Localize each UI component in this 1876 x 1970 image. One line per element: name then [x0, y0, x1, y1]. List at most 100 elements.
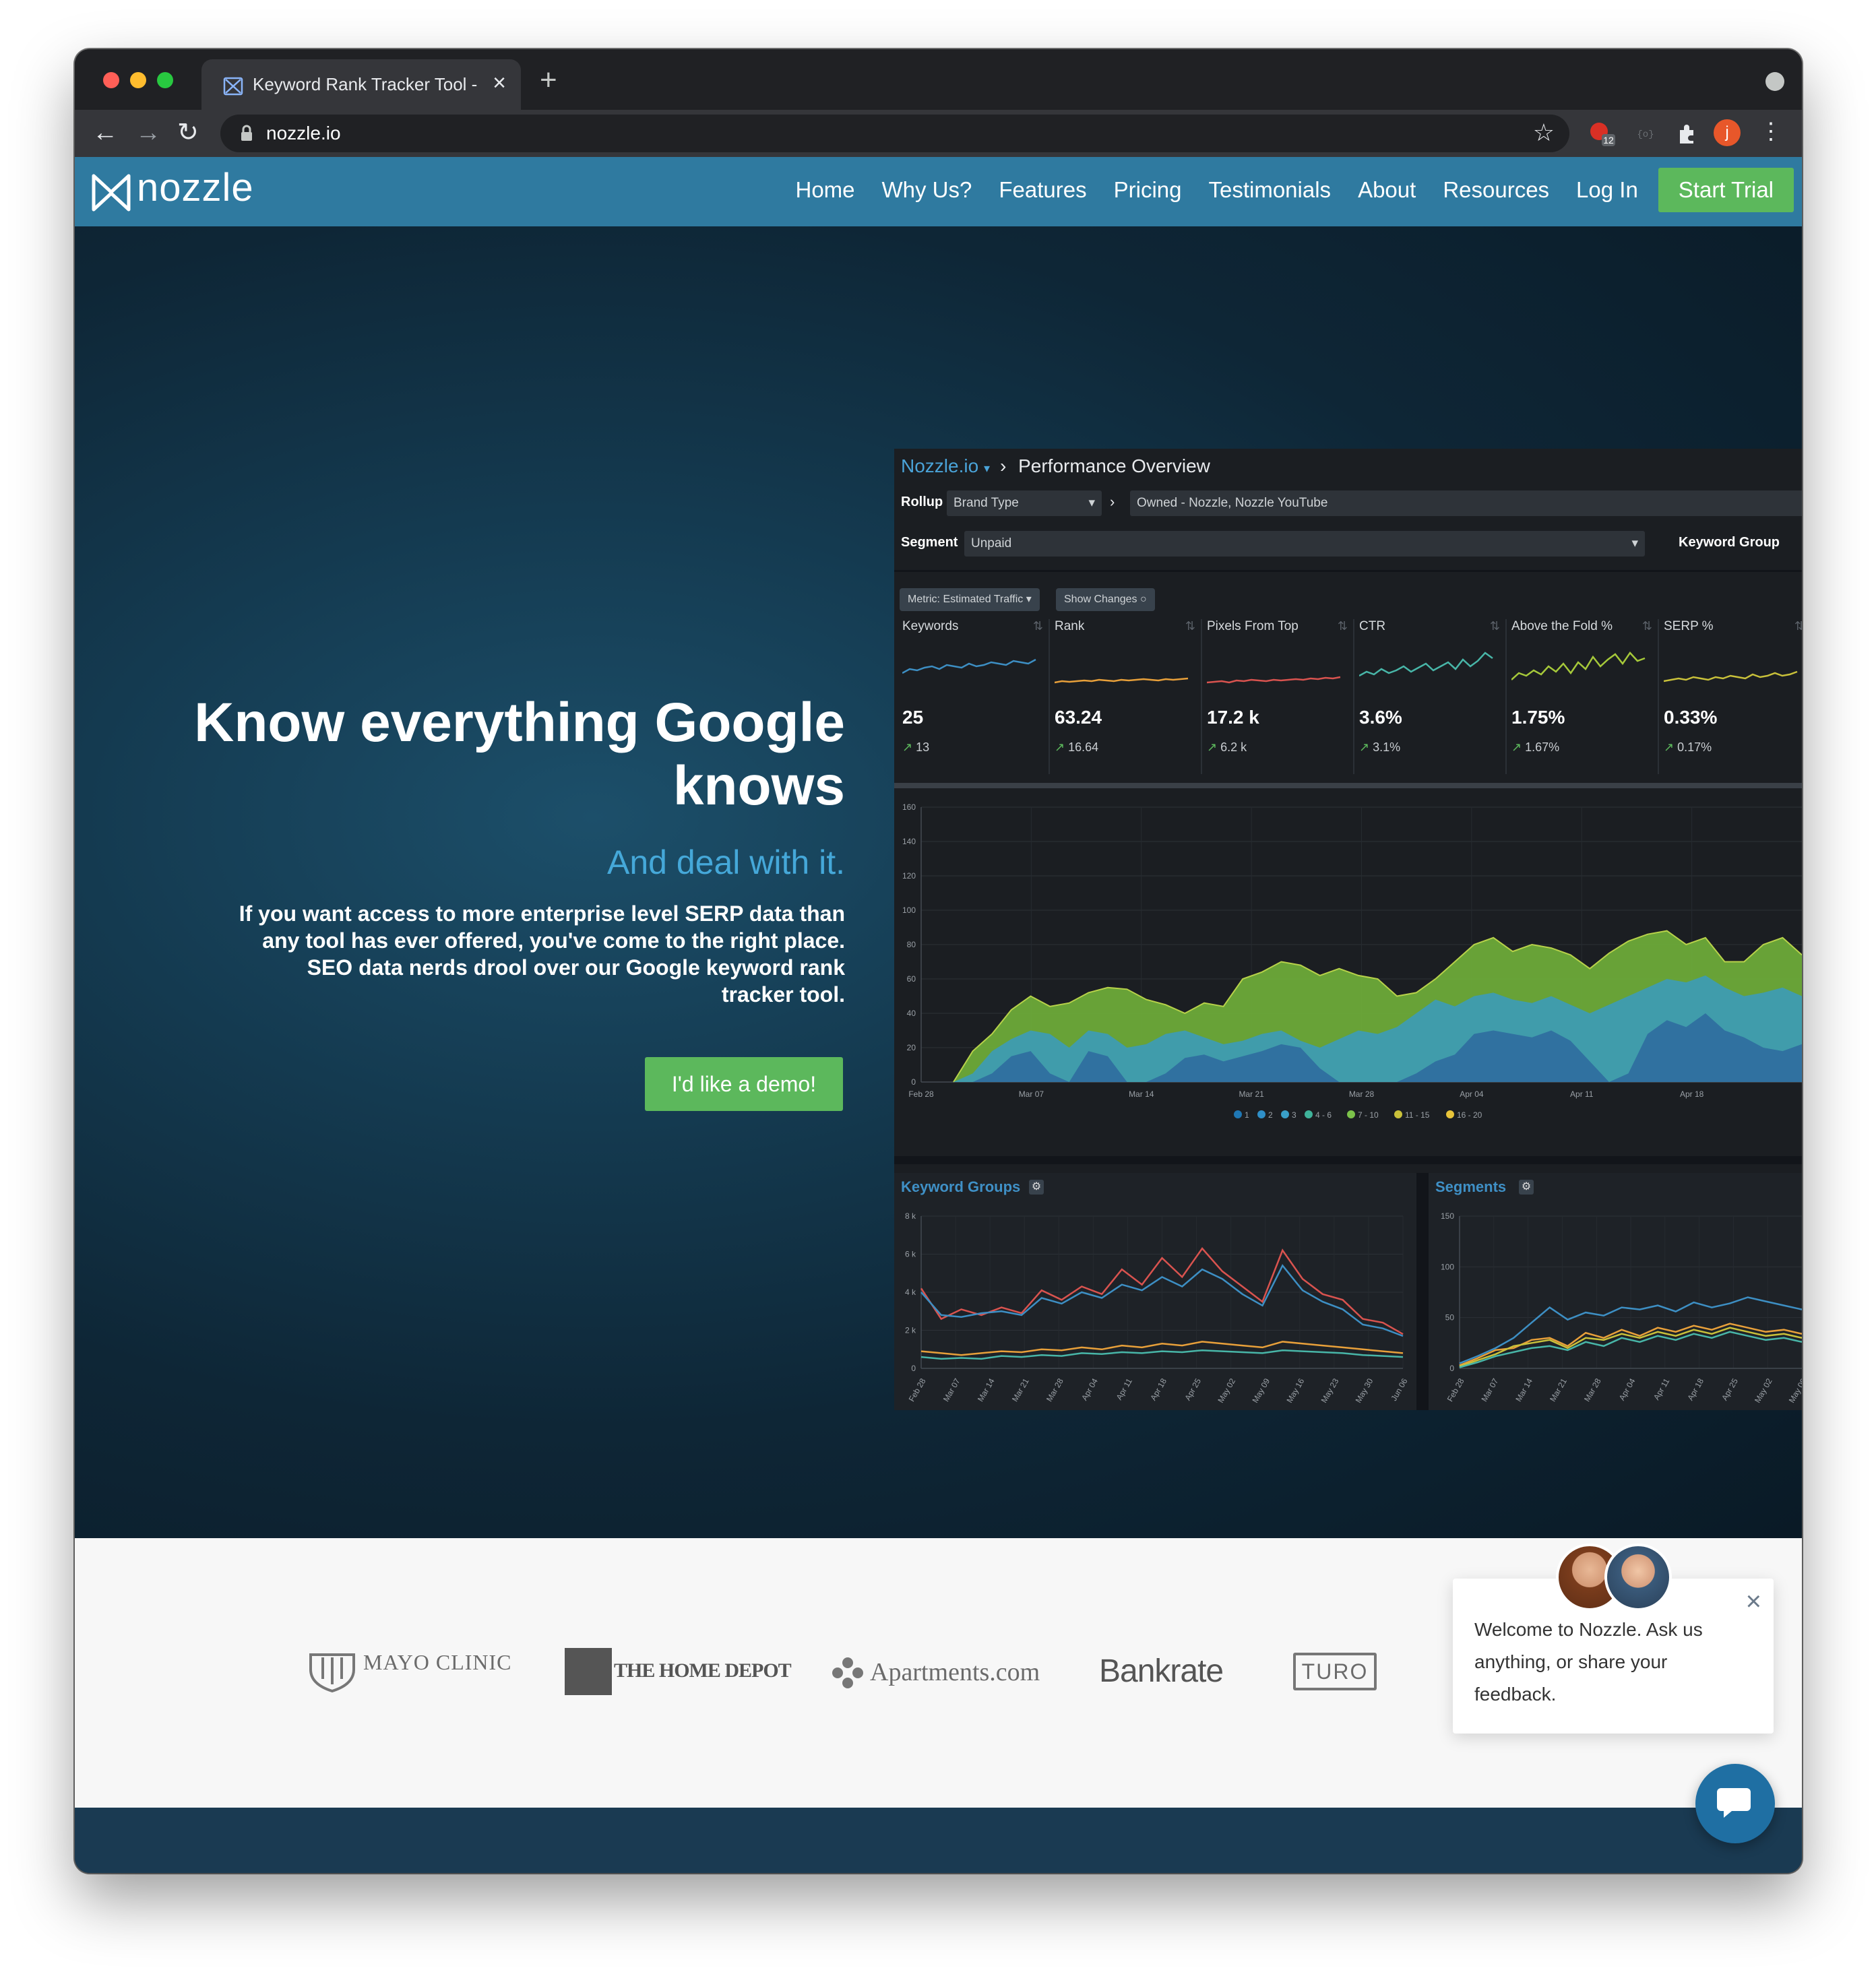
- metric-card[interactable]: Keywords ⇅ 25 ↗ 13: [897, 619, 1050, 774]
- y-tick-label: 40: [907, 1009, 916, 1018]
- metric-value: 63.24: [1055, 707, 1102, 728]
- metric-change: ↗ 13: [902, 740, 930, 754]
- x-tick-label: Mar 28: [1582, 1376, 1603, 1403]
- x-tick-label: Apr 18: [1148, 1376, 1168, 1402]
- sort-icon[interactable]: ⇅: [1185, 619, 1195, 633]
- metric-card[interactable]: Rank ⇅ 63.24 ↗ 16.64: [1049, 619, 1202, 774]
- profile-avatar[interactable]: j: [1714, 119, 1741, 146]
- metric-card[interactable]: Above the Fold % ⇅ 1.75% ↗ 1.67%: [1506, 619, 1659, 774]
- y-tick-label: 20: [907, 1043, 916, 1052]
- nav-features[interactable]: Features: [999, 177, 1086, 203]
- dashboard-breadcrumb: Nozzle.io ▾ › Performance Overview: [901, 455, 1210, 476]
- nav-log-in[interactable]: Log In: [1576, 177, 1638, 203]
- svg-text:{o}: {o}: [1637, 129, 1654, 140]
- extension-badge-icon[interactable]: 12: [1588, 121, 1615, 151]
- start-trial-button[interactable]: Start Trial: [1658, 168, 1794, 212]
- sparkline-path: [1664, 670, 1798, 682]
- nav-resources[interactable]: Resources: [1443, 177, 1549, 203]
- chat-close-icon[interactable]: ×: [1746, 1588, 1761, 1615]
- new-tab-button[interactable]: +: [540, 65, 557, 95]
- hero-subhead: And deal with it.: [607, 844, 845, 881]
- sort-icon[interactable]: ⇅: [1642, 619, 1652, 633]
- segments-settings-icon[interactable]: ⚙: [1519, 1180, 1534, 1195]
- sort-icon[interactable]: ⇅: [1794, 619, 1802, 633]
- rollup-filter-select[interactable]: Owned - Nozzle, Nozzle YouTube: [1130, 490, 1802, 516]
- bookmark-star-icon[interactable]: ☆: [1533, 119, 1555, 147]
- nav-home[interactable]: Home: [795, 177, 854, 203]
- url-text: nozzle.io: [266, 123, 341, 144]
- back-icon[interactable]: ←: [92, 117, 118, 149]
- metric-card[interactable]: Pixels From Top ⇅ 17.2 k ↗ 6.2 k: [1201, 619, 1354, 774]
- x-tick-label: Feb 28: [907, 1376, 928, 1403]
- mayo-clinic-shield-icon: [309, 1653, 355, 1692]
- x-tick-label: May 09: [1787, 1376, 1802, 1404]
- nav-about[interactable]: About: [1358, 177, 1416, 203]
- nozzle-logo-icon[interactable]: [91, 172, 131, 214]
- sort-icon[interactable]: ⇅: [1490, 619, 1500, 633]
- metric-title: Rank: [1055, 619, 1085, 633]
- rollup-chevron-icon: ›: [1110, 493, 1115, 510]
- reload-icon[interactable]: ↻: [177, 117, 199, 149]
- x-tick-label: Mar 21: [1010, 1376, 1031, 1403]
- logo-text[interactable]: nozzle: [137, 165, 254, 210]
- x-tick-label: Mar 14: [1129, 1089, 1154, 1099]
- hero-headline: Know everything Google knows: [194, 692, 845, 817]
- hero-body: If you want access to more enterprise le…: [239, 901, 845, 1007]
- sort-icon[interactable]: ⇅: [1033, 619, 1043, 633]
- metric-change: ↗ 6.2 k: [1207, 740, 1247, 754]
- address-bar[interactable]: nozzle.io ☆: [220, 115, 1569, 152]
- legend-swatch: [1234, 1110, 1242, 1118]
- keyword-groups-settings-icon[interactable]: ⚙: [1029, 1180, 1044, 1195]
- metric-value: 1.75%: [1511, 707, 1565, 728]
- y-tick-label: 0: [911, 1364, 916, 1373]
- y-tick-label: 4 k: [905, 1288, 916, 1297]
- x-tick-label: Apr 04: [1460, 1089, 1484, 1099]
- x-tick-label: Mar 28: [1044, 1376, 1065, 1403]
- browser-tab-active[interactable]: Keyword Rank Tracker Tool - G ×: [201, 59, 521, 110]
- close-window-button[interactable]: [103, 72, 119, 88]
- metric-title: SERP %: [1664, 619, 1714, 633]
- keyword-groups-panel: Keyword Groups ⚙ 8 k 6 k 4 k 2 k 0 Feb 28 Mar …: [894, 1173, 1416, 1410]
- tab-close-icon[interactable]: ×: [493, 69, 506, 96]
- extension-code-icon[interactable]: {o}: [1635, 126, 1656, 144]
- metric-dropdown[interactable]: Metric: Estimated Traffic ▾: [900, 588, 1040, 611]
- extensions-puzzle-icon[interactable]: [1676, 122, 1699, 148]
- y-tick-label: 100: [1441, 1262, 1454, 1271]
- demo-button[interactable]: I'd like a demo!: [645, 1057, 843, 1111]
- x-tick-label: Apr 25: [1183, 1376, 1203, 1402]
- sparkline-path: [1055, 677, 1189, 684]
- nav-why-us[interactable]: Why Us?: [882, 177, 972, 203]
- show-changes-toggle[interactable]: Show Changes ○: [1056, 588, 1155, 611]
- logo-bankrate: Bankrate: [1099, 1653, 1224, 1689]
- logo-mayo-clinic: MAYO CLINIC: [363, 1650, 512, 1674]
- x-tick-label: Mar 07: [1480, 1376, 1501, 1403]
- minimize-window-button[interactable]: [130, 72, 146, 88]
- logo-home-depot: THE HOME DEPOT: [614, 1659, 792, 1682]
- nav-testimonials[interactable]: Testimonials: [1208, 177, 1331, 203]
- tab-search-icon[interactable]: [1765, 72, 1784, 91]
- keyword-groups-chart: 8 k 6 k 4 k 2 k 0 Feb 28 Mar 07 Mar 14 Mar 21 Mar…: [905, 1211, 1410, 1405]
- sparkline-path: [902, 658, 1036, 674]
- y-tick-label: 50: [1445, 1313, 1455, 1323]
- browser-toolbar: ← → ↻ nozzle.io ☆ 12 {o} j ⋮: [75, 110, 1802, 157]
- segment-select[interactable]: Unpaid ▾: [964, 531, 1645, 557]
- metric-change: ↗ 0.17%: [1664, 740, 1712, 754]
- metric-card[interactable]: SERP % ⇅ 0.33% ↗ 0.17%: [1658, 619, 1802, 774]
- x-tick-label: Apr 18: [1685, 1376, 1706, 1402]
- sort-icon[interactable]: ⇅: [1338, 619, 1348, 633]
- sparkline-path: [1359, 652, 1493, 677]
- metric-sparkline: [1207, 676, 1341, 684]
- segment-label: Segment: [901, 535, 958, 550]
- nav-pricing[interactable]: Pricing: [1114, 177, 1182, 203]
- forward-icon[interactable]: →: [135, 117, 161, 149]
- chat-welcome-card[interactable]: × Welcome to Nozzle. Ask us anything, or…: [1453, 1579, 1774, 1734]
- browser-menu-icon[interactable]: ⋮: [1759, 118, 1782, 145]
- segments-panel: Segments ⚙ 150 100 50 0 Feb 28 Mar 07 Mar 14 Ma…: [1429, 1173, 1802, 1410]
- footer-bar: [75, 1808, 1802, 1873]
- legend-label: 11 - 15: [1405, 1110, 1430, 1120]
- maximize-window-button[interactable]: [157, 72, 173, 88]
- metric-card[interactable]: CTR ⇅ 3.6% ↗ 3.1%: [1354, 619, 1507, 774]
- chat-launcher-button[interactable]: [1695, 1764, 1775, 1843]
- rollup-select[interactable]: Brand Type ▾: [947, 490, 1102, 516]
- hero-section: Know everything Google knows And deal wi…: [75, 226, 1802, 1538]
